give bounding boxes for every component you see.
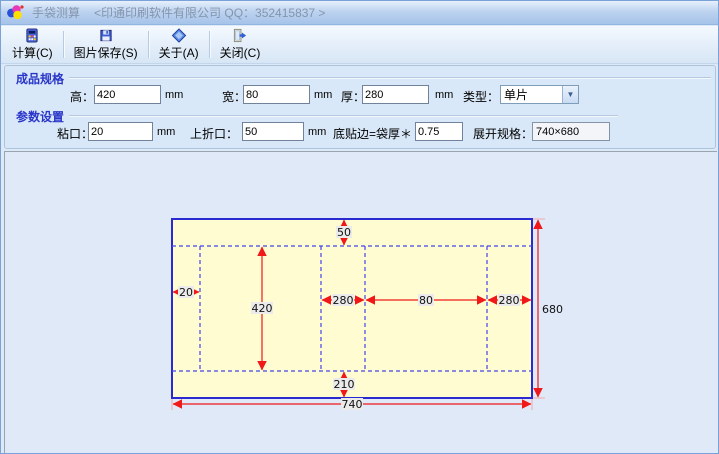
top-fold-unit: mm [308,126,326,138]
bottom-paste-label: 底贴边=袋厚＊ [333,125,412,142]
about-icon [171,28,187,43]
toolbar: 计算(C) 图片保存(S) 关于(A) [1,26,718,64]
group-divider [69,77,711,78]
toolbar-separator [63,31,64,58]
calculate-button[interactable]: 计算(C) [5,28,60,61]
save-icon [98,28,114,43]
exit-icon [232,28,248,43]
dim-panel-left: 280 [333,294,354,307]
height-label: 高： [70,88,94,105]
group-params-title: 参数设置 [16,108,64,125]
chevron-down-icon[interactable]: ▼ [562,86,578,103]
top-fold-input[interactable] [242,122,304,141]
calculate-button-label: 计算(C) [12,44,53,61]
toolbar-separator [209,31,210,58]
type-select[interactable]: 单片 ▼ [500,85,579,104]
save-image-button[interactable]: 图片保存(S) [67,28,145,61]
dim-height: 420 [252,302,273,315]
unfold-size-display: 740×680 [532,122,610,141]
height-input[interactable] [94,85,161,104]
bottom-paste-factor-input[interactable] [415,122,463,141]
bag-layout-diagram: 50 20 420 280 80 280 210 740 680 [5,152,718,454]
type-select-value: 单片 [501,86,562,103]
dim-total-width: 740 [342,398,363,411]
dim-panel-right: 280 [499,294,520,307]
height-unit: mm [165,89,183,101]
thickness-input[interactable] [362,85,429,104]
glue-unit: mm [157,126,175,138]
app-logo-icon [6,4,25,21]
type-label: 类型： [463,88,499,105]
dim-gusset: 80 [419,294,433,307]
about-button[interactable]: 关于(A) [152,28,206,61]
close-button-label: 关闭(C) [220,44,261,61]
thickness-unit: mm [435,89,453,101]
close-button[interactable]: 关闭(C) [213,28,268,61]
dim-top-fold: 50 [337,226,351,239]
glue-input[interactable] [88,122,153,141]
title-bar: 手袋测算 <印通印刷软件有限公司 QQ：352415837 > [1,1,718,25]
top-fold-label: 上折口： [190,125,238,142]
toolbar-separator [148,31,149,58]
group-finished-title: 成品规格 [16,70,64,87]
calculator-icon [24,28,40,43]
width-input[interactable] [243,85,310,104]
save-image-button-label: 图片保存(S) [74,44,138,61]
diagram-canvas: 50 20 420 280 80 280 210 740 680 [4,151,717,453]
group-divider [69,115,618,116]
dim-bottom-paste: 210 [334,378,355,391]
app-window: 手袋测算 <印通印刷软件有限公司 QQ：352415837 > 计算(C) 图片… [0,0,719,454]
dim-total-height: 680 [542,303,563,316]
unfold-size-label: 展开规格： [473,125,533,142]
about-button-label: 关于(A) [159,44,199,61]
window-title: 手袋测算 [32,4,80,21]
dim-glue: 20 [179,286,193,299]
width-unit: mm [314,89,332,101]
settings-panel: 成品规格 高： mm 宽： mm 厚： mm 类型： 单片 ▼ 参数设置 粘口：… [4,65,716,149]
bag-outline [172,219,532,398]
window-subtitle: <印通印刷软件有限公司 QQ：352415837 > [94,4,325,21]
